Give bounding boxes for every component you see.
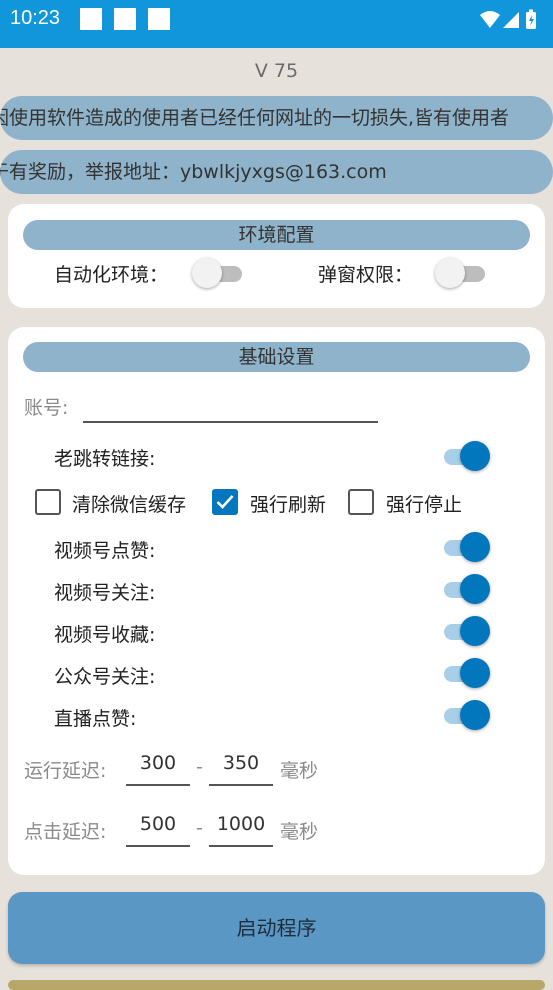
- video-follow-switch[interactable]: [440, 573, 492, 605]
- basic-settings-card: 基础设置 账号: 老跳转链接: 清除微信缓存 强行刷新 强行停止 视频号点赞: …: [8, 327, 545, 875]
- force-stop-checkbox[interactable]: [348, 489, 374, 515]
- force-refresh-label: 强行刷新: [250, 494, 327, 516]
- notification-square-icon: [148, 8, 170, 30]
- account-input[interactable]: [83, 391, 378, 423]
- wifi-icon: [480, 11, 500, 28]
- official-account-follow-switch[interactable]: [440, 657, 492, 689]
- report-marquee: 于有奖励，举报地址：ybwlkjyxgs@163.com: [0, 150, 553, 194]
- force-stop-label: 强行停止: [386, 494, 463, 516]
- click-delay-min-input[interactable]: 500: [126, 813, 190, 847]
- click-delay-label: 点击延迟:: [24, 821, 107, 843]
- automation-label: 自动化环境：: [54, 264, 169, 286]
- live-like-switch[interactable]: [440, 699, 492, 731]
- click-delay-dash: -: [196, 817, 203, 839]
- basic-settings-title: 基础设置: [23, 342, 530, 372]
- status-bar: 10:23: [0, 0, 553, 48]
- notification-square-icon: [80, 8, 102, 30]
- run-delay-label: 运行延迟:: [24, 760, 107, 782]
- start-program-button[interactable]: 启动程序: [8, 892, 545, 964]
- report-text: 于有奖励，举报地址：ybwlkjyxgs@163.com: [0, 161, 387, 183]
- clear-wechat-cache-label: 清除微信缓存: [72, 494, 187, 516]
- battery-icon: [526, 9, 536, 29]
- disclaimer-marquee: 因使用软件造成的使用者已经任何网址的一切损失,皆有使用者: [0, 96, 553, 140]
- click-delay-max-input[interactable]: 1000: [209, 813, 273, 847]
- live-like-label: 直播点赞:: [54, 708, 137, 730]
- run-delay-min-input[interactable]: 300: [126, 752, 190, 786]
- checkmark-icon: [216, 495, 234, 509]
- old-jump-label: 老跳转链接:: [54, 448, 156, 470]
- popup-permission-switch[interactable]: [435, 257, 487, 289]
- video-collect-switch[interactable]: [440, 615, 492, 647]
- official-account-follow-label: 公众号关注:: [54, 666, 156, 688]
- run-delay-max-input[interactable]: 350: [209, 752, 273, 786]
- video-collect-label: 视频号收藏:: [54, 624, 156, 646]
- version-label: V 75: [254, 60, 299, 82]
- video-like-label: 视频号点赞:: [54, 540, 156, 562]
- bottom-strip: [8, 980, 545, 990]
- clear-wechat-cache-checkbox[interactable]: [35, 489, 61, 515]
- popup-permission-label: 弹窗权限：: [318, 264, 414, 286]
- automation-switch[interactable]: [192, 257, 244, 289]
- account-label: 账号:: [24, 397, 69, 419]
- old-jump-switch[interactable]: [440, 440, 492, 472]
- status-time: 10:23: [10, 7, 61, 29]
- click-delay-unit: 毫秒: [280, 821, 319, 843]
- cell-signal-icon: [503, 12, 519, 28]
- env-config-title: 环境配置: [23, 220, 530, 250]
- status-icons: [479, 9, 543, 29]
- run-delay-unit: 毫秒: [280, 760, 319, 782]
- force-refresh-checkbox[interactable]: [212, 489, 238, 515]
- env-config-card: 环境配置 自动化环境： 弹窗权限：: [8, 204, 545, 308]
- video-like-switch[interactable]: [440, 531, 492, 563]
- video-follow-label: 视频号关注:: [54, 582, 156, 604]
- disclaimer-text: 因使用软件造成的使用者已经任何网址的一切损失,皆有使用者: [0, 107, 510, 129]
- notification-square-icon: [114, 8, 136, 30]
- run-delay-dash: -: [196, 756, 203, 778]
